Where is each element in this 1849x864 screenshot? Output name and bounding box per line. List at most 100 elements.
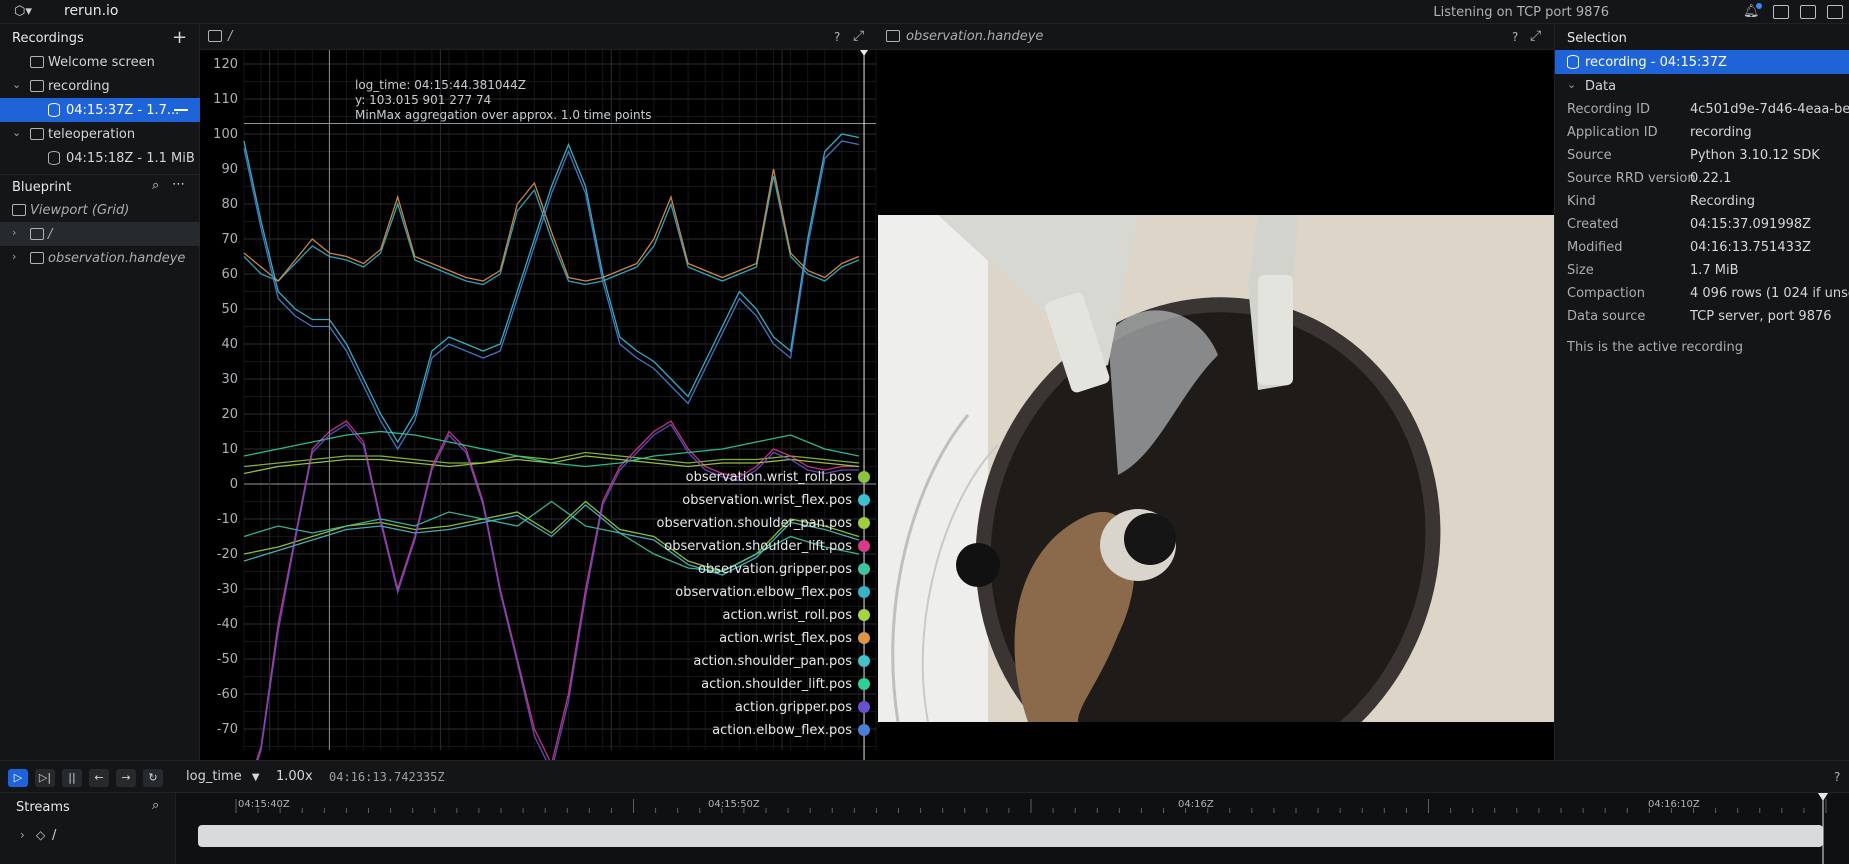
chevron-right-icon[interactable]: › xyxy=(12,250,24,264)
recording-item-teleop[interactable]: 04:15:18Z - 1.1 MiB xyxy=(0,146,200,170)
play-button[interactable]: ▷ xyxy=(8,769,28,787)
image-view-icon xyxy=(886,30,900,42)
timeline-tick-label: 04:15:50Z xyxy=(708,799,760,810)
rerun-menu-icon[interactable]: ⬡▾ xyxy=(14,4,36,20)
toggle-bottom-panel-icon[interactable] xyxy=(1800,5,1816,19)
field-value: 4 096 rows (1 024 if unsorte xyxy=(1690,286,1849,301)
stream-root-label[interactable]: / xyxy=(52,828,56,843)
legend-swatch xyxy=(858,471,870,483)
field-key: Data source xyxy=(1567,309,1646,324)
chevron-down-icon[interactable]: ⌄ xyxy=(1567,78,1579,92)
selected-item[interactable]: recording - 04:15:37Z xyxy=(1555,50,1849,74)
field-value: 4c501d9e-7d46-4eaa-be0 xyxy=(1690,102,1849,117)
app-name: rerun.io xyxy=(64,3,119,19)
timeline-selector[interactable]: log_time ▼ xyxy=(186,769,260,784)
data-field-row: Created 04:15:37.091998Z xyxy=(1555,213,1849,236)
blueprint-viewport[interactable]: Viewport (Grid) xyxy=(0,198,200,222)
recording-app-teleoperation[interactable]: ⌄ teleoperation xyxy=(0,122,200,146)
recording-item-label: 04:15:37Z - 1.7... xyxy=(66,103,180,118)
playback-speed[interactable]: 1.00x xyxy=(276,769,313,784)
timeline-data-bar xyxy=(198,825,1823,847)
grid-icon xyxy=(12,204,26,216)
legend-label: action.shoulder_lift.pos xyxy=(701,677,852,692)
close-recording-icon[interactable] xyxy=(174,109,188,111)
add-recording-icon[interactable]: + xyxy=(172,27,187,48)
data-section-header[interactable]: ⌄ Data xyxy=(1555,74,1849,98)
recording-item-label: teleoperation xyxy=(48,127,136,142)
chevron-right-icon[interactable]: › xyxy=(20,828,25,842)
search-icon[interactable]: ⌕ xyxy=(152,798,159,813)
chevron-down-icon[interactable]: ⌄ xyxy=(12,78,24,92)
y-tick-label: -50 xyxy=(217,652,238,667)
field-value: recording xyxy=(1690,125,1752,140)
blueprint-view-handeye[interactable]: › observation.handeye xyxy=(0,246,200,270)
maximize-icon[interactable]: ⤢ xyxy=(853,28,864,44)
blueprint-view-root[interactable]: › / xyxy=(0,222,200,246)
more-options-icon[interactable]: ⋯ xyxy=(172,177,185,192)
timeseries-view-icon xyxy=(30,228,44,240)
field-value: 0.22.1 xyxy=(1690,171,1732,186)
field-value: 04:16:13.751433Z xyxy=(1690,240,1812,255)
timeline-name: log_time xyxy=(186,769,242,784)
recording-app-recording[interactable]: ⌄ recording xyxy=(0,74,200,98)
tooltip-line: log_time: 04:15:44.381044Z xyxy=(355,78,526,92)
search-icon[interactable]: ⌕ xyxy=(152,178,159,193)
loop-button[interactable]: ↻ xyxy=(143,769,163,787)
field-value: Python 3.10.12 SDK xyxy=(1690,148,1820,163)
data-field-row: Data source TCP server, port 9876 xyxy=(1555,305,1849,328)
timeline-tick-label: 04:16Z xyxy=(1178,799,1214,810)
dropdown-arrow-icon: ▼ xyxy=(251,772,260,783)
data-field-row: Source RRD version 0.22.1 xyxy=(1555,167,1849,190)
step-back-button[interactable]: ← xyxy=(89,769,109,787)
connection-status: Listening on TCP port 9876 xyxy=(1433,5,1609,20)
toggle-right-panel-icon[interactable] xyxy=(1827,5,1843,19)
tab-root-view[interactable]: / xyxy=(200,24,240,50)
database-icon xyxy=(48,151,60,165)
recording-item-welcome[interactable]: Welcome screen xyxy=(0,50,200,74)
data-field-row: Modified 04:16:13.751433Z xyxy=(1555,236,1849,259)
legend-label: observation.wrist_roll.pos xyxy=(686,470,853,485)
legend-swatch xyxy=(858,655,870,667)
timeline-track[interactable]: 04:15:40Z 04:15:50Z 04:16Z 04:16:10Z xyxy=(176,793,1849,864)
recording-item-selected[interactable]: 04:15:37Z - 1.7... xyxy=(0,98,200,122)
maximize-icon[interactable]: ⤢ xyxy=(1530,28,1541,44)
field-value: 1.7 MiB xyxy=(1690,263,1739,278)
step-next-button[interactable]: → xyxy=(116,769,136,787)
help-icon[interactable]: ? xyxy=(834,30,840,44)
database-icon xyxy=(1567,55,1579,69)
legend-label: action.elbow_flex.pos xyxy=(712,723,852,738)
section-title: Data xyxy=(1585,79,1617,94)
selection-header: Selection xyxy=(1555,26,1849,50)
legend-swatch xyxy=(858,632,870,644)
field-key: Recording ID xyxy=(1567,102,1650,117)
field-key: Size xyxy=(1567,263,1594,278)
help-icon[interactable]: ? xyxy=(1834,770,1840,784)
recordings-header: Recordings + xyxy=(0,26,200,50)
selection-panel: Selection recording - 04:15:37Z ⌄ Data R… xyxy=(1554,24,1849,760)
data-field-row: Application ID recording xyxy=(1555,121,1849,144)
pause-button[interactable]: || xyxy=(62,769,82,787)
current-time[interactable]: 04:16:13.742335Z xyxy=(329,770,445,784)
help-icon[interactable]: ? xyxy=(1512,30,1518,44)
toggle-left-panel-icon[interactable] xyxy=(1773,5,1789,19)
y-tick-label: -10 xyxy=(217,512,238,527)
active-recording-note: This is the active recording xyxy=(1567,340,1743,355)
step-forward-button[interactable]: ▷| xyxy=(35,769,55,787)
camera-image[interactable] xyxy=(878,215,1554,722)
chevron-right-icon[interactable]: › xyxy=(12,226,24,240)
data-field-row: Size 1.7 MiB xyxy=(1555,259,1849,282)
tab-handeye-view[interactable]: observation.handeye xyxy=(878,24,1051,50)
legend-label: action.shoulder_pan.pos xyxy=(693,654,852,669)
legend-label: observation.shoulder_pan.pos xyxy=(657,516,853,531)
field-value: TCP server, port 9876 xyxy=(1690,309,1832,324)
notification-dot xyxy=(1756,3,1762,9)
streams-title: Streams xyxy=(16,800,70,815)
image-view: observation.handeye ? ⤢ xyxy=(878,24,1554,760)
tab-label: / xyxy=(228,29,233,44)
timeseries-chart[interactable]: 1201101009080706050403020100-10-20-30-40… xyxy=(200,50,878,760)
time-controls: ▷ ▷| || ← → ↻ log_time ▼ 1.00x 04:16:13.… xyxy=(0,760,1849,792)
y-tick-label: 100 xyxy=(213,127,238,142)
legend-label: observation.shoulder_lift.pos xyxy=(664,539,852,554)
chevron-down-icon[interactable]: ⌄ xyxy=(12,126,24,140)
y-tick-label: 20 xyxy=(221,407,238,422)
